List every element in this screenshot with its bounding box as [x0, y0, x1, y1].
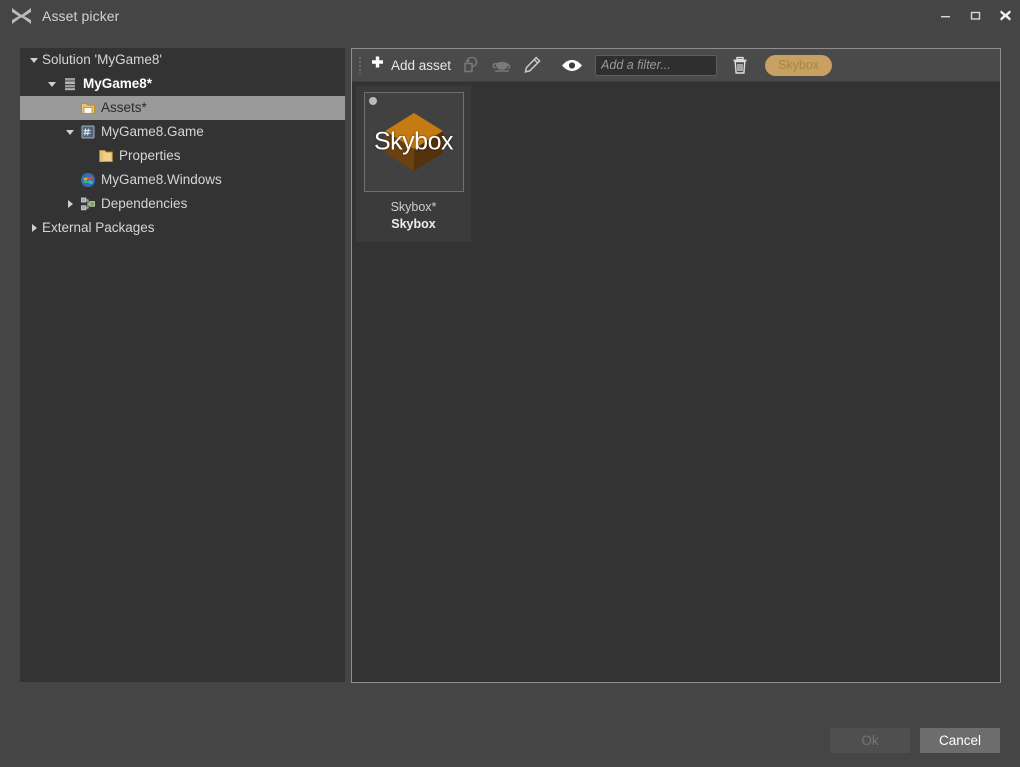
tree-item-label: Assets* — [101, 96, 147, 120]
tree-item-label: MyGame8* — [83, 72, 152, 96]
windows-logo-icon — [78, 168, 98, 192]
asset-type: Skybox — [391, 217, 435, 231]
folder-open-icon — [78, 96, 98, 120]
tree-item-label: MyGame8.Game — [101, 120, 204, 144]
chevron-down-icon[interactable] — [62, 120, 78, 144]
tree-item-label: Properties — [119, 144, 181, 168]
folder-icon — [96, 144, 116, 168]
filter-input[interactable] — [595, 55, 717, 76]
status-badge[interactable]: Skybox — [765, 55, 832, 76]
asset-toolbar: Add asset — [352, 49, 1000, 82]
tree-item-label: Solution 'MyGame8' — [42, 48, 162, 72]
csharp-project-icon — [78, 120, 98, 144]
ok-button[interactable]: Ok — [830, 728, 910, 753]
chevron-down-icon[interactable] — [44, 72, 60, 96]
twisty-placeholder — [62, 168, 78, 192]
minimize-icon[interactable] — [930, 0, 960, 31]
trash-icon[interactable] — [725, 52, 755, 79]
derived-asset-icon[interactable] — [457, 52, 487, 79]
tree-item-properties[interactable]: Properties — [20, 144, 345, 168]
teapot-icon[interactable] — [487, 52, 517, 79]
tree-item-dependencies[interactable]: Dependencies — [20, 192, 345, 216]
tree-item-label: External Packages — [42, 216, 155, 240]
tree-item-mygame8-game[interactable]: MyGame8.Game — [20, 120, 345, 144]
asset-browser-panel: Add asset — [351, 48, 1001, 683]
modified-dot-icon — [369, 97, 377, 105]
window-controls — [930, 0, 1020, 31]
cancel-button[interactable]: Cancel — [920, 728, 1000, 753]
pencil-icon[interactable] — [517, 52, 547, 79]
twisty-placeholder — [80, 144, 96, 168]
chevron-right-icon[interactable] — [26, 216, 42, 240]
eye-icon[interactable] — [557, 52, 587, 79]
tree-item-solution-mygame8[interactable]: Solution 'MyGame8' — [20, 48, 345, 72]
tree-item-label: Dependencies — [101, 192, 187, 216]
maximize-icon[interactable] — [960, 0, 990, 31]
project-stack-icon — [60, 72, 80, 96]
tree-item-label: MyGame8.Windows — [101, 168, 222, 192]
thumbnail-label: Skybox — [365, 128, 463, 157]
tree-item-mygame8[interactable]: MyGame8* — [20, 72, 345, 96]
asset-grid[interactable]: Skybox Skybox* Skybox — [352, 82, 1000, 242]
asset-tile[interactable]: Skybox Skybox* Skybox — [356, 86, 471, 242]
page-title: Asset picker — [42, 8, 119, 24]
chevron-down-icon[interactable] — [26, 48, 42, 72]
add-asset-button[interactable]: Add asset — [363, 52, 457, 79]
dialog-footer: Ok Cancel — [0, 714, 1020, 767]
tree-item-assets[interactable]: Assets* — [20, 96, 345, 120]
asset-name: Skybox* — [391, 200, 437, 214]
title-bar: Asset picker — [0, 0, 1020, 31]
asset-thumbnail[interactable]: Skybox — [364, 92, 464, 192]
dependencies-icon — [78, 192, 98, 216]
tree-item-mygame8-windows[interactable]: MyGame8.Windows — [20, 168, 345, 192]
close-icon[interactable] — [990, 0, 1020, 31]
tree-item-external-packages[interactable]: External Packages — [20, 216, 345, 240]
tag-label: Skybox — [778, 58, 819, 72]
stride-x-logo-icon — [6, 0, 36, 31]
chevron-right-icon[interactable] — [62, 192, 78, 216]
plus-icon — [369, 55, 386, 75]
solution-tree-panel[interactable]: Solution 'MyGame8'MyGame8*Assets*MyGame8… — [20, 48, 345, 682]
add-asset-label: Add asset — [391, 58, 451, 73]
toolbar-grip[interactable] — [356, 54, 363, 76]
twisty-placeholder — [62, 96, 78, 120]
